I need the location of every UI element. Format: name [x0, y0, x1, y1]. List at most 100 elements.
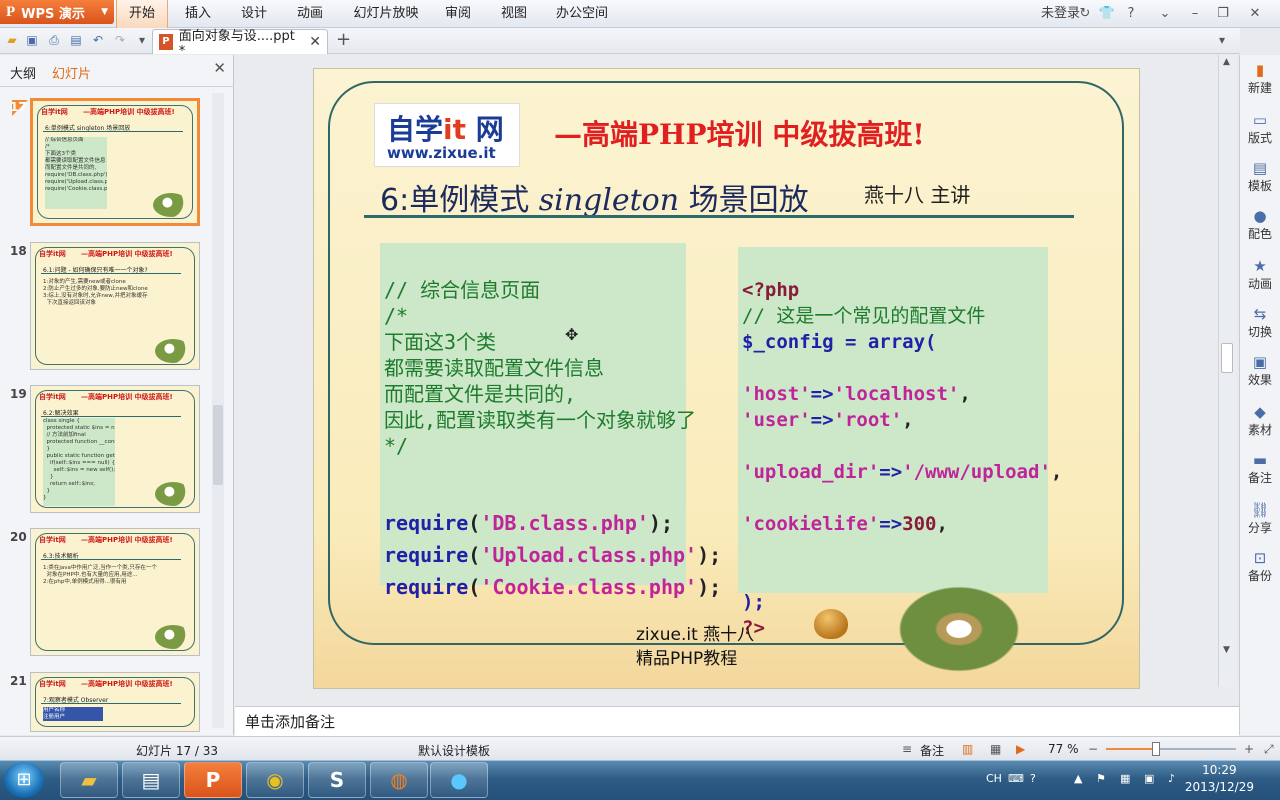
minimize-icon[interactable]: – — [1186, 5, 1204, 23]
scrollbar-thumb[interactable] — [213, 405, 223, 485]
slide-thumbnail-18[interactable]: 自学it网 —高端PHP培训 中级拔高班! 6.1:问题 - 如何确保只有唯一一… — [30, 242, 200, 370]
transition-button[interactable]: ⇆ 切换 — [1240, 305, 1280, 340]
materials-button[interactable]: ◆ 素材 — [1240, 403, 1280, 438]
zoom-slider-knob[interactable] — [1152, 742, 1160, 756]
network-icon[interactable]: ▦ — [1120, 772, 1130, 785]
document-tab[interactable]: P 面向对象与设....ppt * ✕ — [152, 29, 328, 59]
close-icon[interactable]: ✕ — [1246, 5, 1264, 23]
menu-start[interactable]: 开始 — [116, 0, 168, 28]
qq-taskbar-icon[interactable]: ● — [430, 762, 488, 798]
share-icon: ⛓ — [1250, 501, 1270, 519]
keyboard-icon[interactable]: ⌨ — [1008, 772, 1024, 785]
open-icon[interactable]: ▰ — [4, 32, 20, 48]
logo-word: 自学 — [387, 113, 444, 146]
close-pane-icon[interactable]: ✕ — [213, 59, 226, 77]
layout-button[interactable]: ▭ 版式 — [1240, 111, 1280, 146]
print-icon[interactable]: ⎙ — [46, 32, 62, 48]
logo-url: www.zixue.it — [387, 144, 496, 162]
animation-button[interactable]: ★ 动画 — [1240, 257, 1280, 292]
firefox-taskbar-icon[interactable]: ◍ — [370, 762, 428, 798]
clock[interactable]: 10:29 2013/12/29 — [1185, 762, 1254, 796]
language-indicator[interactable]: CH — [986, 772, 1002, 785]
notes-toggle-icon[interactable]: ≡ — [902, 742, 912, 756]
sublime-taskbar-icon[interactable]: S — [308, 762, 366, 798]
save-icon[interactable]: ▣ — [24, 32, 40, 48]
rp-label: 动画 — [1247, 277, 1272, 291]
scroll-up-icon[interactable]: ▲ — [1223, 57, 1230, 67]
explorer-taskbar-icon[interactable]: ▰ — [60, 762, 118, 798]
slide-thumbnail-21[interactable]: 自学it网 —高端PHP培训 中级拔高班! 7:观察者模式 Observer 用… — [30, 672, 200, 732]
color-scheme-button[interactable]: ● 配色 — [1240, 207, 1280, 242]
template-button[interactable]: ▤ 模板 — [1240, 159, 1280, 194]
redo-icon[interactable]: ↷ — [112, 32, 128, 48]
code-string: 'DB.class.php' — [480, 511, 649, 535]
fit-window-icon[interactable]: ⤢ — [1264, 742, 1274, 757]
scroll-down-icon[interactable]: ▼ — [1223, 645, 1230, 655]
share-button[interactable]: ⛓ 分享 — [1240, 501, 1280, 536]
tab-outline[interactable]: 大纲 — [10, 63, 36, 82]
editor-scrollbar[interactable]: ▲ ▼ — [1218, 55, 1236, 687]
notes-toggle-label[interactable]: 备注 — [920, 742, 944, 759]
menu-review[interactable]: 审阅 — [436, 0, 480, 28]
thumbnail-scrollbar[interactable] — [212, 93, 224, 728]
zoom-level[interactable]: 77 % — [1048, 742, 1079, 756]
menu-animation[interactable]: 动画 — [284, 0, 336, 28]
slideshow-icon[interactable]: ▶ — [1016, 742, 1025, 756]
wps-presentation-taskbar-icon[interactable]: P — [184, 762, 242, 798]
code-arrow: => — [879, 513, 903, 535]
tray-expand-icon[interactable]: ▲ — [1074, 772, 1082, 785]
zoom-in-icon[interactable]: + — [1244, 742, 1254, 756]
tab-slides[interactable]: 幻灯片 — [52, 63, 91, 82]
normal-view-icon[interactable]: ▥ — [962, 742, 973, 756]
display-icon[interactable]: ▣ — [1144, 772, 1154, 785]
sync-icon[interactable]: ↻ — [1076, 5, 1094, 23]
notes-field[interactable]: 单击添加备注 — [235, 706, 1239, 736]
help-icon[interactable]: ? — [1122, 5, 1140, 23]
effects-button[interactable]: ▣ 效果 — [1240, 353, 1280, 388]
volume-icon[interactable]: ♪ — [1168, 772, 1175, 785]
transition-icon: ⇆ — [1253, 305, 1267, 323]
code-arrow: => — [879, 461, 903, 483]
chrome-taskbar-icon[interactable]: ◉ — [246, 762, 304, 798]
backup-button[interactable]: ⊡ 备份 — [1240, 549, 1280, 584]
slide-title: —高端PHP培训 中级拔高班! — [554, 118, 925, 151]
login-status[interactable]: 未登录 — [1041, 0, 1080, 28]
tab-list-icon[interactable]: ▾ — [1214, 32, 1230, 48]
sorter-view-icon[interactable]: ▦ — [990, 742, 1001, 756]
menu-office-space[interactable]: 办公空间 — [552, 0, 612, 28]
slide-thumbnail-19[interactable]: 自学it网 —高端PHP培训 中级拔高班! 6.2:解决效果 class sin… — [30, 385, 200, 513]
chevron-down-icon[interactable]: ⌄ — [1156, 5, 1174, 23]
scrollbar-thumb[interactable] — [1221, 343, 1233, 373]
code-left-text: // 综合信息页面 /* 下面这3个类 都需要读取配置文件信息 而配置文件是共同… — [384, 251, 696, 485]
start-button[interactable]: ⊞ — [4, 762, 44, 798]
slide-number: 19 — [10, 387, 27, 401]
document-taskbar-icon[interactable]: ▤ — [122, 762, 180, 798]
flag-icon[interactable]: ⚑ — [1096, 772, 1106, 785]
skin-icon[interactable]: 👕 — [1098, 5, 1116, 23]
restore-icon[interactable]: ❐ — [1214, 5, 1232, 23]
menu-design[interactable]: 设计 — [228, 0, 280, 28]
slide-thumbnail-20[interactable]: 自学it网 —高端PHP培训 中级拔高班! 6.3:技术解析 1:类在java中… — [30, 528, 200, 656]
slide-thumbnail-17[interactable]: 自学it网 —高端PHP培训 中级拔高班! 6:单例模式 singleton 场… — [30, 98, 200, 226]
logo-net: 网 — [475, 113, 504, 146]
menu-insert[interactable]: 插入 — [172, 0, 224, 28]
slide-canvas[interactable]: 自学it 网 www.zixue.it —高端PHP培训 中级拔高班! 6:单例… — [313, 68, 1140, 689]
new-slide-button[interactable]: ▮ 新建 — [1240, 61, 1280, 96]
notes-button[interactable]: ▬ 备注 — [1240, 451, 1280, 486]
menu-view[interactable]: 视图 — [492, 0, 536, 28]
flower-decoration — [155, 625, 191, 649]
print-preview-icon[interactable]: ▤ — [68, 32, 84, 48]
menu-slideshow[interactable]: 幻灯片放映 — [346, 0, 426, 28]
wps-app-menu-button[interactable]: P WPS 演示 ▼ — [0, 0, 114, 24]
flower-decoration — [155, 482, 191, 506]
zoom-out-icon[interactable]: − — [1088, 742, 1098, 756]
new-tab-icon[interactable]: + — [336, 30, 352, 50]
code-arrow: => — [810, 409, 834, 431]
close-tab-icon[interactable]: ✕ — [309, 34, 321, 50]
undo-icon[interactable]: ↶ — [90, 32, 106, 48]
help-tray-icon[interactable]: ? — [1030, 772, 1036, 785]
rp-label: 版式 — [1247, 131, 1272, 145]
slide-counter: 幻灯片 17 / 33 — [136, 744, 219, 758]
thumb-text: 用户名称 注册用户 — [43, 707, 103, 721]
customize-dropdown-icon[interactable]: ▾ — [134, 32, 150, 48]
